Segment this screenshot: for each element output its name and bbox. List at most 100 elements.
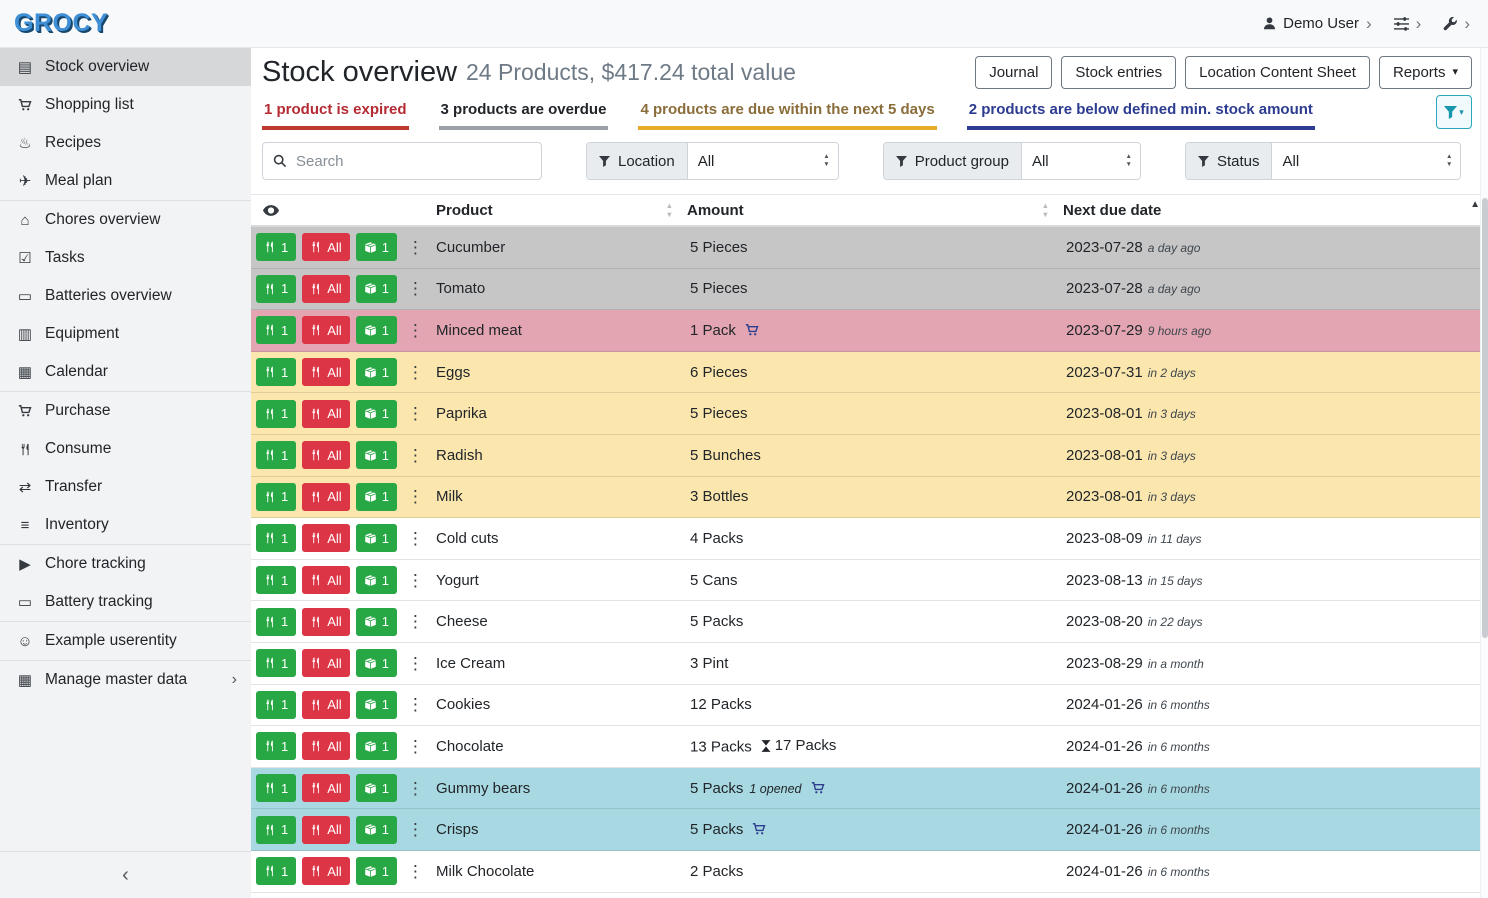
consume-all-button[interactable]: All — [302, 233, 349, 261]
table-row[interactable]: 1 All 1 ⋮ Yogurt — [251, 560, 1488, 602]
table-row[interactable]: 1 All 1 ⋮ Gummy bears — [251, 768, 1488, 810]
row-menu-button[interactable]: ⋮ — [403, 863, 428, 880]
table-row[interactable]: 1 All 1 ⋮ Crisps — [251, 809, 1488, 851]
status-banner[interactable]: 4 products are due within the next 5 day… — [638, 95, 936, 130]
visibility-column-toggle[interactable] — [251, 195, 431, 225]
column-header-product[interactable]: Product ▲▼ — [431, 195, 687, 225]
consume-all-button[interactable]: All — [302, 275, 349, 303]
consume-one-button[interactable]: 1 — [256, 566, 296, 594]
open-one-button[interactable]: 1 — [356, 483, 397, 511]
row-menu-button[interactable]: ⋮ — [403, 530, 428, 547]
sidebar-item[interactable]: ▭ Battery tracking › — [0, 583, 251, 622]
consume-one-button[interactable]: 1 — [256, 441, 296, 469]
sidebar-item[interactable]: Purchase › — [0, 392, 251, 430]
row-menu-button[interactable]: ⋮ — [403, 405, 428, 422]
consume-one-button[interactable]: 1 — [256, 608, 296, 636]
row-menu-button[interactable]: ⋮ — [403, 821, 428, 838]
consume-all-button[interactable]: All — [302, 732, 349, 760]
app-logo[interactable]: GROCY — [14, 9, 108, 38]
row-menu-button[interactable]: ⋮ — [403, 447, 428, 464]
open-one-button[interactable]: 1 — [356, 649, 397, 677]
status-banner[interactable]: 1 product is expired — [262, 95, 409, 130]
sidebar-item[interactable]: ⇄ Transfer › — [0, 468, 251, 506]
sidebar-item[interactable]: ✈ Meal plan › — [0, 162, 251, 201]
column-header-amount[interactable]: Amount ▲▼ — [687, 195, 1063, 225]
open-one-button[interactable]: 1 — [356, 608, 397, 636]
table-row[interactable]: 1 All 1 ⋮ Minced meat — [251, 310, 1488, 352]
row-menu-button[interactable]: ⋮ — [403, 696, 428, 713]
consume-all-button[interactable]: All — [302, 691, 349, 719]
sidebar-item[interactable]: ☑ Tasks › — [0, 239, 251, 277]
row-menu-button[interactable]: ⋮ — [403, 780, 428, 797]
status-filter-select[interactable]: All ▲▼ — [1272, 143, 1460, 179]
consume-one-button[interactable]: 1 — [256, 774, 296, 802]
consume-all-button[interactable]: All — [302, 774, 349, 802]
consume-one-button[interactable]: 1 — [256, 233, 296, 261]
user-menu[interactable]: Demo User › — [1263, 15, 1372, 32]
open-one-button[interactable]: 1 — [356, 524, 397, 552]
open-one-button[interactable]: 1 — [356, 316, 397, 344]
row-menu-button[interactable]: ⋮ — [403, 280, 428, 297]
column-header-next-due-date[interactable]: Next due date ▲ — [1063, 195, 1488, 225]
sidebar-item[interactable]: ▦ Calendar › — [0, 353, 251, 392]
consume-all-button[interactable]: All — [302, 608, 349, 636]
table-row[interactable]: 1 All 1 ⋮ Cold cuts — [251, 518, 1488, 560]
consume-one-button[interactable]: 1 — [256, 316, 296, 344]
consume-one-button[interactable]: 1 — [256, 358, 296, 386]
open-one-button[interactable]: 1 — [356, 358, 397, 386]
sidebar-item[interactable]: ⌂ Chores overview › — [0, 201, 251, 239]
open-one-button[interactable]: 1 — [356, 816, 397, 844]
consume-all-button[interactable]: All — [302, 524, 349, 552]
sidebar-item[interactable]: ▶ Chore tracking › — [0, 545, 251, 583]
sidebar-item[interactable]: ▭ Batteries overview › — [0, 277, 251, 315]
consume-one-button[interactable]: 1 — [256, 649, 296, 677]
open-one-button[interactable]: 1 — [356, 566, 397, 594]
consume-one-button[interactable]: 1 — [256, 816, 296, 844]
stock-entries-button[interactable]: Stock entries — [1061, 56, 1176, 89]
sidebar-item[interactable]: ▥ Equipment › — [0, 315, 251, 353]
table-row[interactable]: 1 All 1 ⋮ Cheese — [251, 601, 1488, 643]
table-row[interactable]: 1 All 1 ⋮ Cucumber — [251, 227, 1488, 269]
row-menu-button[interactable]: ⋮ — [403, 738, 428, 755]
open-one-button[interactable]: 1 — [356, 857, 397, 885]
sidebar-item[interactable]: ♨ Recipes › — [0, 124, 251, 162]
location-filter-select[interactable]: All ▲▼ — [688, 143, 838, 179]
consume-one-button[interactable]: 1 — [256, 275, 296, 303]
open-one-button[interactable]: 1 — [356, 774, 397, 802]
search-input[interactable] — [296, 153, 531, 170]
table-row[interactable]: 1 All 1 ⋮ Milk Chocolate — [251, 851, 1488, 893]
sidebar-collapse-button[interactable]: ‹ — [0, 851, 251, 898]
open-one-button[interactable]: 1 — [356, 732, 397, 760]
open-one-button[interactable]: 1 — [356, 441, 397, 469]
display-settings-menu[interactable]: › — [1394, 15, 1422, 32]
table-row[interactable]: 1 All 1 ⋮ Cookies — [251, 685, 1488, 727]
status-banner[interactable]: 3 products are overdue — [439, 95, 609, 130]
consume-all-button[interactable]: All — [302, 649, 349, 677]
consume-all-button[interactable]: All — [302, 400, 349, 428]
sidebar-item[interactable]: ≡ Inventory › — [0, 506, 251, 545]
consume-one-button[interactable]: 1 — [256, 483, 296, 511]
table-row[interactable]: 1 All 1 ⋮ Milk — [251, 477, 1488, 519]
consume-one-button[interactable]: 1 — [256, 400, 296, 428]
open-one-button[interactable]: 1 — [356, 400, 397, 428]
row-menu-button[interactable]: ⋮ — [403, 613, 428, 630]
table-row[interactable]: 1 All 1 ⋮ Chocolate — [251, 726, 1488, 768]
journal-button[interactable]: Journal — [975, 56, 1052, 89]
table-row[interactable]: 1 All 1 ⋮ Ice Cream — [251, 643, 1488, 685]
consume-all-button[interactable]: All — [302, 566, 349, 594]
open-one-button[interactable]: 1 — [356, 233, 397, 261]
open-one-button[interactable]: 1 — [356, 275, 397, 303]
consume-one-button[interactable]: 1 — [256, 857, 296, 885]
open-one-button[interactable]: 1 — [356, 691, 397, 719]
consume-all-button[interactable]: All — [302, 483, 349, 511]
admin-menu[interactable]: › — [1443, 15, 1470, 32]
scrollbar[interactable] — [1480, 48, 1488, 898]
row-menu-button[interactable]: ⋮ — [403, 322, 428, 339]
consume-all-button[interactable]: All — [302, 857, 349, 885]
scrollbar-thumb[interactable] — [1482, 198, 1488, 638]
table-row[interactable]: 1 All 1 ⋮ Paprika — [251, 393, 1488, 435]
sidebar-item[interactable]: Shopping list › — [0, 86, 251, 124]
sidebar-item[interactable]: ☺ Example userentity › — [0, 622, 251, 661]
row-menu-button[interactable]: ⋮ — [403, 572, 428, 589]
consume-all-button[interactable]: All — [302, 816, 349, 844]
